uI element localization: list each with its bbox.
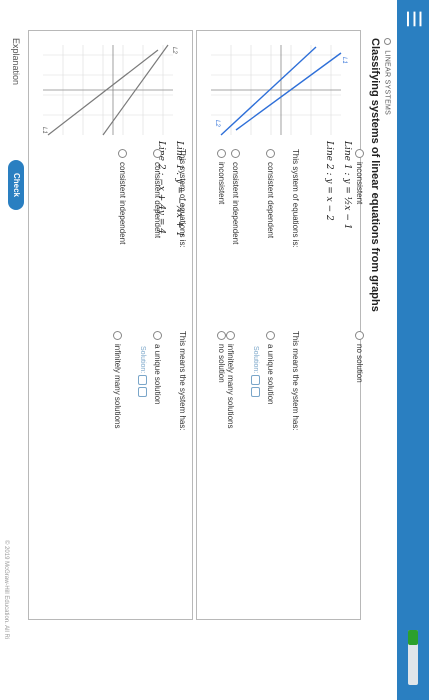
graph-1: L1 L2 xyxy=(201,35,356,145)
q1-line1-equation: Line 1 : y = ½x − 1 xyxy=(342,141,352,230)
solution-label: Solution: xyxy=(252,346,259,374)
radio-icon[interactable] xyxy=(217,149,226,158)
progress-bar xyxy=(408,630,418,685)
menu-icon[interactable]: ☰ xyxy=(402,10,424,28)
option-label: no solution xyxy=(355,344,364,383)
explanation-button[interactable]: Explanation xyxy=(11,38,21,85)
copyright-text: © 2019 McGraw-Hill Education. All Ri xyxy=(3,540,9,640)
q2-solution-entry: Solution: xyxy=(138,346,147,398)
option-label: no solution xyxy=(217,344,226,383)
solution-label: Solution: xyxy=(139,346,146,374)
option-label: inconsistent xyxy=(355,162,364,205)
q1-type-prompt: This system of equations is: xyxy=(291,149,300,248)
q2-solution-option-2[interactable]: infinitely many solutions xyxy=(113,331,122,428)
topic-label: LINEAR SYSTEMS xyxy=(384,38,391,115)
radio-icon[interactable] xyxy=(355,149,364,158)
top-bar: ☰ xyxy=(397,0,429,700)
q2-solution-option-1[interactable]: a unique solution xyxy=(153,331,162,405)
solution-x-box[interactable] xyxy=(251,375,260,386)
option-label: a unique solution xyxy=(153,344,162,405)
option-label: consistent dependent xyxy=(153,162,162,239)
q2-label-L1: L1 xyxy=(41,127,47,134)
q2-solution-option-0[interactable]: no solution xyxy=(217,331,226,383)
q1-label-L2: L2 xyxy=(214,120,220,127)
option-label: infinitely many solutions xyxy=(113,344,122,429)
radio-icon[interactable] xyxy=(153,331,162,340)
topic-text: LINEAR SYSTEMS xyxy=(383,50,391,116)
q1-option-no-solution[interactable]: no solution xyxy=(355,331,364,383)
q2-solution-prompt: This means the system has: xyxy=(178,331,187,431)
option-label: consistent independent xyxy=(118,162,127,245)
page-title: Classifying systems of linear equations … xyxy=(369,38,381,312)
radio-icon[interactable] xyxy=(118,149,127,158)
radio-icon[interactable] xyxy=(113,331,122,340)
q2-label-L2: L2 xyxy=(171,47,177,54)
radio-icon[interactable] xyxy=(266,331,275,340)
q2-type-prompt: This system of equations is: xyxy=(178,149,187,248)
option-label: inconsistent xyxy=(217,162,226,205)
q1-solution-prompt: This means the system has: xyxy=(291,331,300,431)
q1-label-L1: L1 xyxy=(341,57,347,64)
radio-icon[interactable] xyxy=(226,331,235,340)
radio-icon[interactable] xyxy=(153,149,162,158)
topic-circle-icon xyxy=(384,38,391,45)
q1-solution-option-1[interactable]: infinitely many solutions xyxy=(226,331,235,428)
solution-x-box[interactable] xyxy=(138,375,147,386)
q1-option-inconsistent[interactable]: inconsistent xyxy=(355,149,364,204)
q2-type-option-1[interactable]: consistent dependent xyxy=(153,149,162,238)
check-button[interactable]: Check xyxy=(8,160,24,210)
q2-type-option-2[interactable]: consistent independent xyxy=(118,149,127,244)
option-label: infinitely many solutions xyxy=(226,344,235,429)
q2-type-option-0[interactable]: inconsistent xyxy=(217,149,226,204)
question-panel-1: L1 L2 Line 1 : y = ½x − 1 Line 2 : y = x… xyxy=(196,30,364,620)
radio-icon[interactable] xyxy=(355,331,364,340)
q1-solution-option-0[interactable]: a unique solution xyxy=(266,331,275,405)
solution-y-box[interactable] xyxy=(251,387,260,398)
radio-icon[interactable] xyxy=(231,149,240,158)
option-label: consistent independent xyxy=(231,162,240,245)
question-panel-2: L2 L1 Line 1 : y = −¼x + 1 Line 2 : −x +… xyxy=(28,30,226,620)
aleks-page: ☰ LINEAR SYSTEMS Classifying systems of … xyxy=(0,0,429,700)
solution-y-box[interactable] xyxy=(138,387,147,398)
radio-icon[interactable] xyxy=(266,149,275,158)
radio-icon[interactable] xyxy=(217,331,226,340)
option-label: a unique solution xyxy=(266,344,275,405)
q1-solution-entry: Solution: xyxy=(251,346,260,398)
q1-line2-equation: Line 2 : y = x − 2 xyxy=(324,141,334,221)
option-label: consistent dependent xyxy=(266,162,275,239)
graph-2: L2 L1 xyxy=(33,35,188,145)
q1-type-option-0[interactable]: consistent dependent xyxy=(266,149,275,238)
q1-type-option-1[interactable]: consistent independent xyxy=(231,149,240,244)
bottom-bar: Explanation Check © 2019 McGraw-Hill Edu… xyxy=(0,0,29,700)
progress-fill xyxy=(408,630,418,646)
screenshot-stage: ☰ LINEAR SYSTEMS Classifying systems of … xyxy=(0,0,429,700)
